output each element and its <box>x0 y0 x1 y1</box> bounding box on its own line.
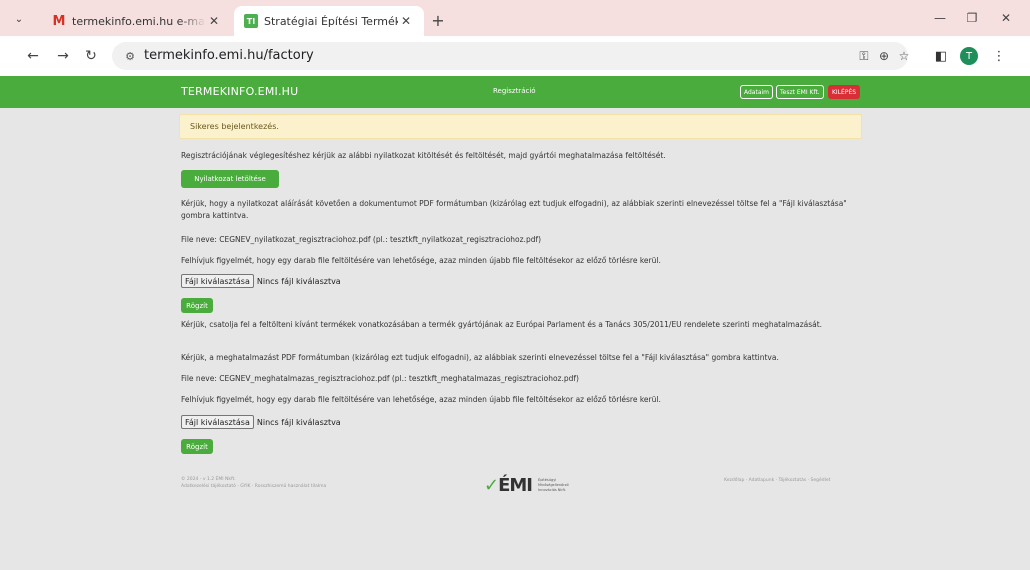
browser-tab-gmail[interactable]: M termekinfo.emi.hu e-mailcím m ✕ <box>42 6 232 36</box>
avatar: T <box>960 47 978 65</box>
nav-link-registration[interactable]: Regisztráció <box>493 87 536 95</box>
restore-icon[interactable]: ❐ <box>958 8 986 28</box>
window-close-icon[interactable]: ✕ <box>992 8 1020 28</box>
section1-submit-button[interactable]: Rögzít <box>181 298 213 313</box>
footer-copyright: © 2024 - v 1.2 ÉMI Nkft. <box>181 477 236 482</box>
success-alert: Sikeres bejelentkezés. <box>179 114 862 139</box>
section2-file-input[interactable]: Fájl kiválasztása Nincs fájl kiválasztva <box>181 415 341 429</box>
emi-logo: ✓ÉMI Építésügyi Minőségellenőrző Innovác… <box>484 474 569 496</box>
company-button[interactable]: Teszt EMI Kft. <box>776 85 824 99</box>
section2-submit-button[interactable]: Rögzít <box>181 439 213 454</box>
close-icon[interactable]: ✕ <box>398 14 414 28</box>
no-file-label: Nincs fájl kiválasztva <box>256 417 341 427</box>
profile-avatar[interactable]: T <box>958 45 980 67</box>
emi-logo-subtitle: Építésügyi Minőségellenőrző Innovációs N… <box>538 477 569 492</box>
new-tab-plus-icon[interactable]: + <box>428 10 448 30</box>
tab-title: Stratégiai Építési Termékek <box>264 14 398 28</box>
section1-filename: File neve: CEGNEV_nyilatkozat_regisztrac… <box>181 235 542 244</box>
site-favicon-icon: TI <box>244 14 258 28</box>
close-icon[interactable]: ✕ <box>206 14 222 28</box>
url-text: termekinfo.emi.hu/factory <box>144 48 314 63</box>
bookmark-star-icon[interactable]: ☆ <box>896 48 912 64</box>
emi-logo-mark: ✓ÉMI <box>484 474 533 496</box>
page-viewport: TERMEKINFO.EMI.HU Regisztráció Adataim T… <box>0 76 1030 570</box>
side-panel-icon[interactable]: ◧ <box>930 45 952 67</box>
minimize-icon[interactable]: — <box>926 8 954 28</box>
my-data-button[interactable]: Adataim <box>740 85 774 99</box>
footer-right-links[interactable]: Kezdőlap · Adatlapunk · Tájékoztatás · S… <box>724 478 830 483</box>
zoom-icon[interactable]: ⊕ <box>876 48 892 64</box>
site-header: TERMEKINFO.EMI.HU Regisztráció Adataim T… <box>0 76 1030 108</box>
tab-title: termekinfo.emi.hu e-mailcím m <box>72 14 206 28</box>
gmail-icon: M <box>52 13 66 29</box>
browser-tabstrip: ⌄ M termekinfo.emi.hu e-mailcím m ✕ TI S… <box>0 0 1030 36</box>
browser-toolbar: ← → ↻ ⚙ termekinfo.emi.hu/factory ⚿ ⊕ ☆ … <box>0 36 1030 76</box>
footer-left-links[interactable]: Adatkezelési tájékoztató · GYIK · Rosszh… <box>181 483 326 490</box>
footer-left: © 2024 - v 1.2 ÉMI Nkft. Adatkezelési tá… <box>181 476 326 490</box>
section1-instruction: Kérjük, hogy a nyilatkozat aláírását köv… <box>181 199 847 220</box>
reload-icon[interactable]: ↻ <box>80 45 102 67</box>
download-declaration-button[interactable]: Nyilatkozat letöltése <box>181 170 279 188</box>
section1-file-input[interactable]: Fájl kiválasztása Nincs fájl kiválasztva <box>181 274 341 288</box>
logout-button[interactable]: KILÉPÉS <box>828 85 861 99</box>
back-arrow-icon[interactable]: ← <box>22 45 44 67</box>
section2-attach-text: Kérjük, csatolja fel a feltölteni kívánt… <box>181 320 823 329</box>
choose-file-button[interactable]: Fájl kiválasztása <box>181 415 254 429</box>
section2-instruction: Kérjük, a meghatalmazást PDF formátumban… <box>181 353 779 362</box>
section1-notice: Felhívjuk figyelmét, hogy egy darab file… <box>181 256 661 265</box>
site-info-icon[interactable]: ⚙ <box>122 48 138 64</box>
section2-filename: File neve: CEGNEV_meghatalmazas_regisztr… <box>181 374 579 383</box>
password-key-icon[interactable]: ⚿ <box>856 48 872 64</box>
choose-file-button[interactable]: Fájl kiválasztása <box>181 274 254 288</box>
section2-notice: Felhívjuk figyelmét, hogy egy darab file… <box>181 395 661 404</box>
browser-tab-termekinfo[interactable]: TI Stratégiai Építési Termékek ✕ <box>234 6 424 36</box>
browser-menu-icon[interactable]: ⋮ <box>988 45 1010 67</box>
tab-search-chevron-icon[interactable]: ⌄ <box>8 8 30 30</box>
site-brand[interactable]: TERMEKINFO.EMI.HU <box>181 85 298 98</box>
no-file-label: Nincs fájl kiválasztva <box>256 276 341 286</box>
forward-arrow-icon[interactable]: → <box>52 45 74 67</box>
address-bar[interactable]: ⚙ termekinfo.emi.hu/factory ⚿ ⊕ ☆ <box>112 42 909 70</box>
intro-text: Regisztrációjának véglegesítéshez kérjük… <box>181 151 666 160</box>
